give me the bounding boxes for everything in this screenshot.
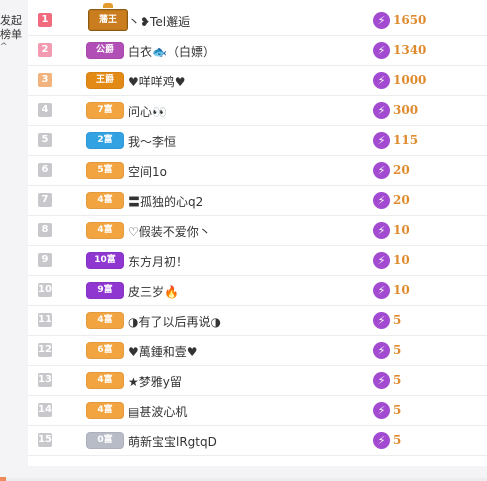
lightning-icon: ⚡ (373, 12, 390, 29)
level-badge: 10富 (86, 252, 124, 269)
level-badge: 4富 (86, 222, 124, 239)
lightning-icon: ⚡ (373, 162, 390, 179)
user-name[interactable]: ♥萬鍾和壹♥ (128, 343, 198, 360)
level-badge: 7富 (86, 102, 124, 119)
rank-number: 10 (38, 283, 52, 297)
list-item[interactable]: 9 10富 东方月初！ ⚡ 10 (28, 246, 487, 276)
rank-number: 2 (38, 43, 52, 57)
list-item[interactable]: 15 0富 萌新宝宝lRgtqD ⚡ 5 (28, 426, 487, 456)
user-name[interactable]: ♥咩咩鸡♥ (128, 73, 186, 90)
user-name[interactable]: 皮三岁🔥 (128, 283, 179, 300)
rank-number: 12 (38, 343, 52, 357)
lightning-icon: ⚡ (373, 402, 390, 419)
score-value: 10 (393, 283, 410, 297)
crown-icon (103, 3, 113, 8)
user-name[interactable]: 〓孤独的心q2 (128, 193, 203, 210)
list-item[interactable]: 6 5富 空间1o ⚡ 20 (28, 156, 487, 186)
rank-number: 9 (38, 253, 52, 267)
score-value: 5 (393, 343, 402, 357)
user-name[interactable]: 问心👀 (128, 103, 167, 120)
user-name[interactable]: 萌新宝宝lRgtqD (128, 433, 217, 450)
list-item[interactable]: 14 4富 ▤甚波心机 ⚡ 5 (28, 396, 487, 426)
level-badge: 5富 (86, 162, 124, 179)
lightning-icon: ⚡ (373, 72, 390, 89)
rank-number: 13 (38, 373, 52, 387)
rank-number: 1 (38, 13, 52, 27)
list-item[interactable]: 2 公爵 白衣🐟（白嫖） ⚡ 1340 (28, 36, 487, 66)
lightning-icon: ⚡ (373, 312, 390, 329)
list-item[interactable]: 7 4富 〓孤独的心q2 ⚡ 20 (28, 186, 487, 216)
tab-indicator (0, 477, 6, 481)
score-value: 20 (393, 163, 410, 177)
lightning-icon: ⚡ (373, 372, 390, 389)
rank-number: 5 (38, 133, 52, 147)
list-item[interactable]: 12 6富 ♥萬鍾和壹♥ ⚡ 5 (28, 336, 487, 366)
rank-number: 4 (38, 103, 52, 117)
level-badge: 0富 (86, 432, 124, 449)
rank-number: 14 (38, 403, 52, 417)
list-item[interactable]: 8 4富 ♡假装不爱你丶 ⚡ 10 (28, 216, 487, 246)
rank-number: 6 (38, 163, 52, 177)
chevron-up-icon[interactable]: ^ (0, 42, 8, 52)
lightning-icon: ⚡ (373, 282, 390, 299)
score-value: 5 (393, 403, 402, 417)
score-value: 10 (393, 223, 410, 237)
rank-number: 11 (38, 313, 52, 327)
user-name[interactable]: ★梦雅y留 (128, 373, 182, 390)
user-name[interactable]: 东方月初！ (128, 253, 188, 270)
list-item[interactable]: 11 4富 ◑有了以后再说◑ ⚡ 5 (28, 306, 487, 336)
score-value: 115 (393, 133, 419, 147)
rank-number: 3 (38, 73, 52, 87)
lightning-icon: ⚡ (373, 102, 390, 119)
user-name[interactable]: ◑有了以后再说◑ (128, 313, 221, 330)
score-value: 300 (393, 103, 419, 117)
score-value: 1650 (393, 13, 427, 27)
rank-number: 15 (38, 433, 52, 447)
list-item[interactable]: 4 7富 问心👀 ⚡ 300 (28, 96, 487, 126)
list-item[interactable]: 10 9富 皮三岁🔥 ⚡ 10 (28, 276, 487, 306)
score-value: 1000 (393, 73, 427, 87)
lightning-icon: ⚡ (373, 252, 390, 269)
user-name[interactable]: ♡假装不爱你丶 (128, 223, 211, 240)
sidebar: 发起 榜单 ^ (0, 0, 28, 481)
level-badge: 王爵 (86, 72, 124, 89)
level-badge: 2富 (86, 132, 124, 149)
user-name[interactable]: ▤甚波心机 (128, 403, 187, 420)
score-value: 5 (393, 373, 402, 387)
score-value: 5 (393, 313, 402, 327)
score-value: 1340 (393, 43, 427, 57)
list-item[interactable]: 5 2富 我～李恒 ⚡ 115 (28, 126, 487, 156)
user-name[interactable]: 空间1o (128, 163, 167, 180)
level-badge: 藩王 (88, 9, 128, 31)
list-item[interactable]: 1 藩王 丶❥Tel邂逅 ⚡ 1650 (28, 3, 487, 36)
level-badge: 4富 (86, 312, 124, 329)
list-item[interactable]: 13 4富 ★梦雅y留 ⚡ 5 (28, 366, 487, 396)
sidebar-label[interactable]: 发起 榜单 (0, 14, 24, 42)
level-badge: 4富 (86, 372, 124, 389)
lightning-icon: ⚡ (373, 222, 390, 239)
user-name[interactable]: 我～李恒 (128, 133, 176, 150)
rank-list: 1 藩王 丶❥Tel邂逅 ⚡ 1650 2 公爵 白衣🐟（白嫖） ⚡ 1340 3 王爵 ♥咩咩鸡♥ ⚡ 1… (28, 0, 487, 466)
lightning-icon: ⚡ (373, 42, 390, 59)
list-item[interactable]: 3 王爵 ♥咩咩鸡♥ ⚡ 1000 (28, 66, 487, 96)
level-badge: 6富 (86, 342, 124, 359)
score-value: 20 (393, 193, 410, 207)
level-badge: 4富 (86, 402, 124, 419)
rank-number: 7 (38, 193, 52, 207)
lightning-icon: ⚡ (373, 432, 390, 449)
lightning-icon: ⚡ (373, 192, 390, 209)
score-value: 10 (393, 253, 410, 267)
level-badge: 公爵 (86, 42, 124, 59)
lightning-icon: ⚡ (373, 342, 390, 359)
rank-number: 8 (38, 223, 52, 237)
level-badge: 4富 (86, 192, 124, 209)
lightning-icon: ⚡ (373, 132, 390, 149)
level-badge: 9富 (86, 282, 124, 299)
user-name[interactable]: 丶❥Tel邂逅 (128, 13, 190, 30)
user-name[interactable]: 白衣🐟（白嫖） (128, 43, 215, 60)
score-value: 5 (393, 433, 402, 447)
